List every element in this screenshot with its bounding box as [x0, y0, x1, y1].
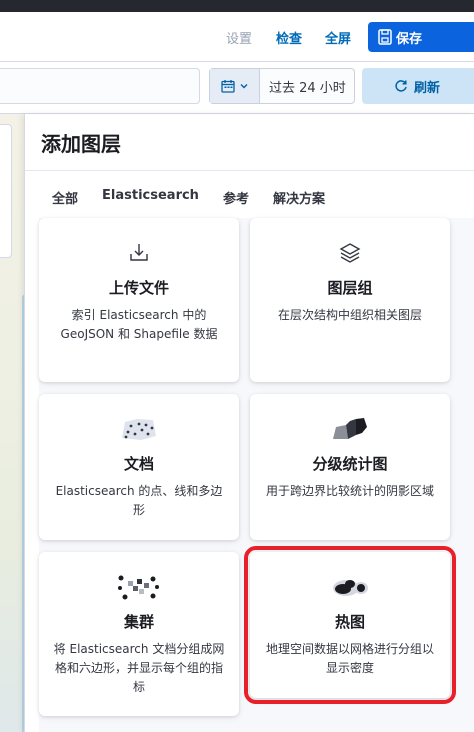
tab-reference[interactable]: 参考	[211, 188, 261, 208]
time-picker[interactable]: 过去 24 小时	[209, 68, 355, 104]
clusters-map-icon	[115, 572, 163, 602]
layers-icon	[338, 238, 362, 268]
card-layer-group[interactable]: 图层组 在层次结构中组织相关图层	[250, 218, 450, 382]
query-bar: 过去 24 小时 刷新	[0, 62, 474, 114]
date-quick-menu-button[interactable]	[210, 69, 260, 103]
card-description: 地理空间数据以网格进行分组以显示密度	[265, 642, 434, 675]
documents-map-icon	[119, 414, 159, 444]
card-title: 分级统计图	[312, 455, 388, 473]
refresh-label: 刷新	[414, 80, 441, 96]
app-header: 设置 检查 全屏 保存	[0, 12, 474, 62]
divider	[25, 170, 474, 171]
map-controls[interactable]	[0, 124, 12, 258]
card-title: 热图	[334, 613, 365, 631]
refresh-icon	[395, 80, 407, 92]
save-button[interactable]: 保存	[368, 22, 474, 52]
chevron-down-icon	[240, 84, 247, 89]
card-title: 集群	[123, 613, 154, 631]
tab-solutions[interactable]: 解决方案	[261, 188, 337, 208]
card-title: 图层组	[327, 279, 373, 297]
card-description: 在层次结构中组织相关图层	[277, 308, 422, 322]
calendar-icon	[220, 80, 235, 93]
panel-title: 添加图层	[41, 132, 121, 156]
import-icon	[127, 238, 151, 268]
heatmap-icon	[330, 572, 370, 602]
card-heatmap[interactable]: 热图 地理空间数据以网格进行分组以显示密度	[244, 546, 456, 704]
refresh-button[interactable]: 刷新	[362, 68, 474, 104]
time-range-text[interactable]: 过去 24 小时	[260, 69, 354, 103]
save-label: 保存	[396, 31, 423, 47]
top-chrome-bar	[0, 0, 474, 12]
card-documents[interactable]: 文档 Elasticsearch 的点、线和多边形	[39, 394, 239, 540]
query-input[interactable]	[0, 68, 200, 104]
save-icon	[378, 29, 392, 45]
tab-elasticsearch[interactable]: Elasticsearch	[90, 188, 211, 208]
card-upload-file[interactable]: 上传文件 索引 Elasticsearch 中的 GeoJSON 和 Shape…	[39, 218, 239, 382]
inspect-link[interactable]: 检查	[276, 28, 302, 47]
layer-filter-tabs: 全部 Elasticsearch 参考 解决方案	[39, 188, 337, 208]
card-description: 将 Elasticsearch 文档分组成网格和六边形，并显示每个组的指标	[53, 642, 225, 694]
choropleth-map-icon	[330, 414, 370, 444]
add-layer-panel: 添加图层 全部 Elasticsearch 参考 解决方案 上传文件 索引 El…	[24, 114, 474, 732]
card-choropleth[interactable]: 分级统计图 用于跨边界比较统计的阴影区域	[250, 394, 450, 540]
card-title: 上传文件	[108, 279, 169, 297]
card-title: 文档	[123, 455, 154, 473]
settings-link[interactable]: 设置	[226, 28, 252, 47]
card-clusters[interactable]: 集群 将 Elasticsearch 文档分组成网格和六边形，并显示每个组的指标	[39, 552, 239, 716]
card-description: Elasticsearch 的点、线和多边形	[55, 484, 223, 517]
fullscreen-link[interactable]: 全屏	[325, 28, 351, 47]
card-description: 索引 Elasticsearch 中的 GeoJSON 和 Shapefile …	[60, 308, 218, 341]
tab-all[interactable]: 全部	[39, 188, 90, 208]
card-description: 用于跨边界比较统计的阴影区域	[265, 484, 434, 498]
layer-cards-grid: 上传文件 索引 Elasticsearch 中的 GeoJSON 和 Shape…	[39, 218, 474, 732]
